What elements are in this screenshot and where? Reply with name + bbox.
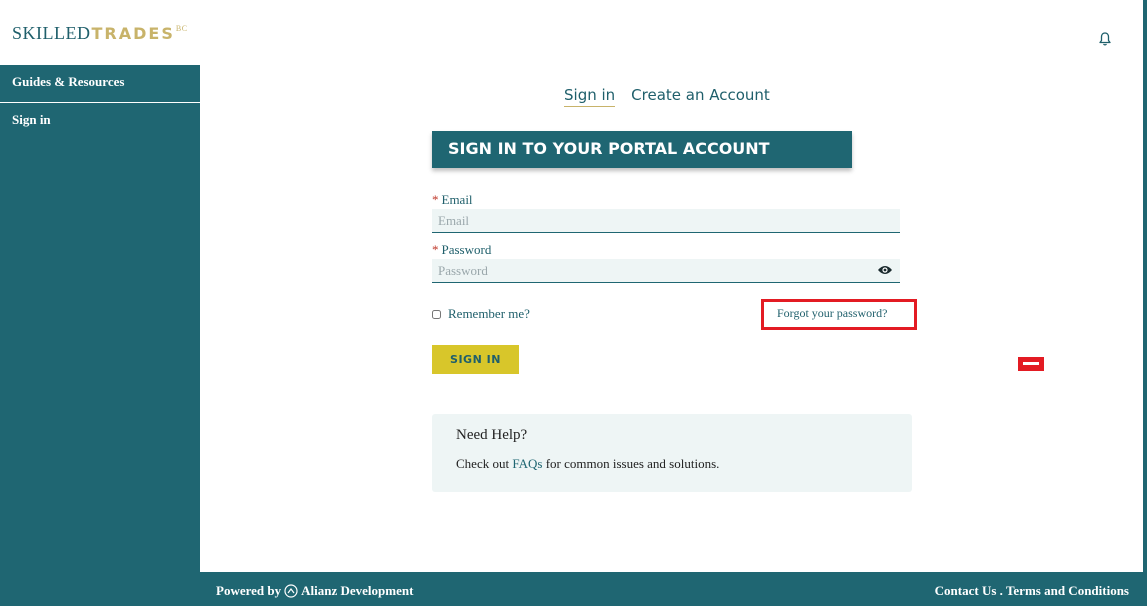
tab-create-account[interactable]: Create an Account — [631, 86, 770, 107]
required-mark: * — [432, 192, 439, 207]
remember-me-label: Remember me? — [448, 306, 530, 321]
top-bar: SKILLEDTRADESBC — [0, 0, 1147, 65]
email-label-text: Email — [441, 192, 473, 207]
bell-icon[interactable] — [1097, 31, 1113, 47]
password-label: * Password — [432, 242, 491, 258]
tab-sign-in[interactable]: Sign in — [564, 86, 616, 107]
auth-tabs: Sign in Create an Account — [564, 86, 770, 107]
logo-skilled: SKILLED — [12, 23, 91, 43]
sidebar-item-sign-in[interactable]: Sign in — [0, 103, 200, 141]
help-text-before: Check out — [456, 456, 513, 471]
company-name[interactable]: Alianz Development — [301, 583, 413, 599]
sign-in-button[interactable]: SIGN IN — [432, 345, 519, 374]
footer-links: Contact Us . Terms and Conditions — [935, 583, 1129, 599]
minus-marker-icon — [1018, 357, 1044, 371]
remember-me: Remember me? — [432, 306, 530, 322]
footer-separator: . — [996, 583, 1006, 598]
alianz-logo-icon — [284, 584, 298, 598]
required-mark: * — [432, 242, 439, 257]
help-box: Need Help? Check out FAQs for common iss… — [432, 414, 912, 492]
password-label-text: Password — [441, 242, 492, 257]
remember-me-checkbox[interactable] — [432, 309, 441, 319]
sidebar-item-guides-resources[interactable]: Guides & Resources — [0, 65, 200, 103]
powered-by: Powered by Alianz Development — [216, 583, 413, 599]
page-title: SIGN IN TO YOUR PORTAL ACCOUNT — [432, 131, 852, 168]
contact-us-link[interactable]: Contact Us — [935, 583, 997, 598]
faqs-link[interactable]: FAQs — [512, 456, 542, 471]
email-field[interactable] — [432, 209, 900, 233]
logo-trades: TRADES — [91, 24, 175, 43]
sidebar: Guides & Resources Sign in — [0, 65, 200, 606]
terms-link[interactable]: Terms and Conditions — [1006, 583, 1129, 598]
email-label: * Email — [432, 192, 473, 208]
skilledtrades-logo[interactable]: SKILLEDTRADESBC — [12, 23, 188, 44]
forgot-password-link[interactable]: Forgot your password? — [777, 306, 887, 321]
powered-by-label: Powered by — [216, 583, 282, 598]
password-field[interactable] — [432, 259, 900, 283]
right-edge-bar — [1143, 0, 1147, 606]
help-text: Check out FAQs for common issues and sol… — [456, 456, 888, 472]
help-text-after: for common issues and solutions. — [542, 456, 720, 471]
footer: Powered by Alianz Development Contact Us… — [200, 572, 1147, 606]
eye-icon[interactable] — [877, 264, 893, 276]
logo-bc: BC — [175, 24, 188, 33]
help-title: Need Help? — [456, 427, 528, 443]
